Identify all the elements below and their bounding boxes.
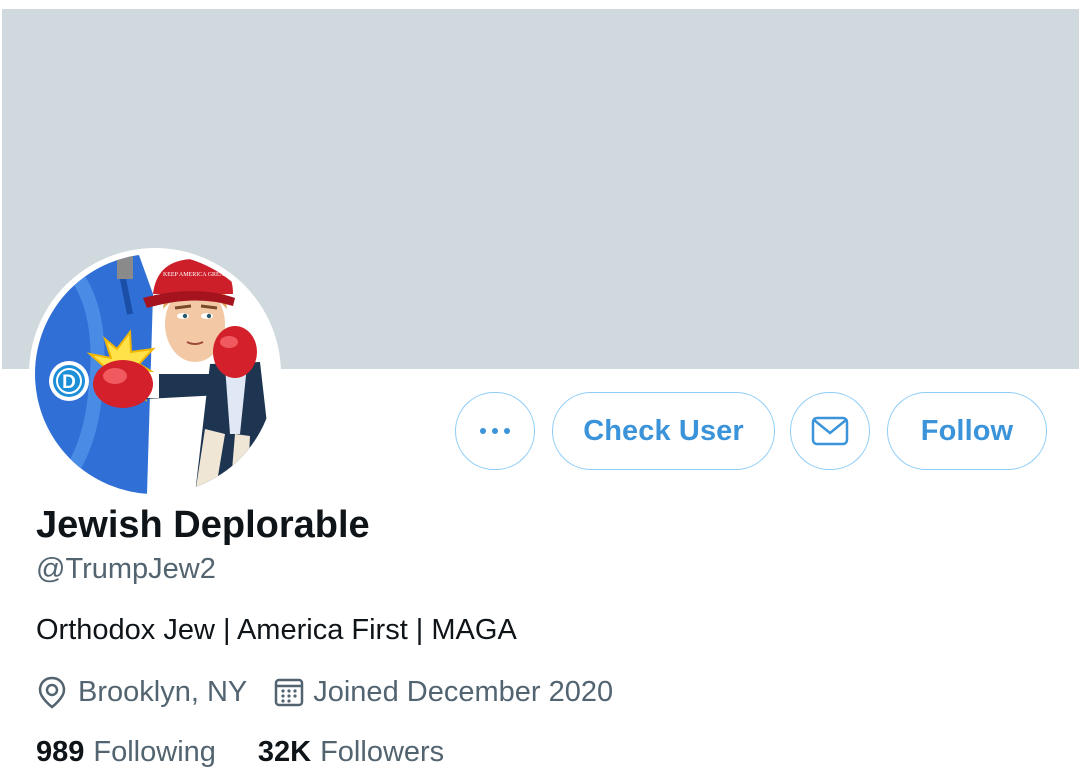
- location-text: Brooklyn, NY: [78, 675, 248, 708]
- more-horizontal-icon: [480, 428, 510, 434]
- avatar-bitmoji-image: D KEEP AMERICA GREAT: [35, 254, 275, 494]
- check-user-label: Check User: [583, 414, 744, 447]
- following-count: 989: [36, 736, 85, 768]
- message-button[interactable]: [790, 392, 870, 470]
- profile-handle: @TrumpJew2: [36, 553, 216, 585]
- check-user-button[interactable]: Check User: [552, 392, 775, 470]
- profile-bio: Orthodox Jew | America First | MAGA: [36, 614, 517, 646]
- profile-stats: 989 Following 32K Followers: [36, 736, 444, 769]
- profile-display-name: Jewish Deplorable: [36, 504, 370, 546]
- joined-item: Joined December 2020: [273, 676, 613, 709]
- joined-text: Joined December 2020: [313, 675, 614, 708]
- followers-link[interactable]: 32K Followers: [258, 736, 444, 769]
- followers-count: 32K: [257, 736, 312, 768]
- followers-label: Followers: [320, 736, 445, 768]
- profile-page: D KEEP AMERICA GREAT Check User Follow J…: [0, 0, 1079, 784]
- location-pin-icon: [38, 676, 66, 709]
- following-label: Following: [93, 736, 216, 768]
- envelope-icon: [811, 416, 849, 446]
- badge-letter: D: [62, 372, 76, 393]
- following-link[interactable]: 989 Following: [36, 736, 216, 769]
- top-strip: [0, 0, 1079, 8]
- avatar[interactable]: D KEEP AMERICA GREAT: [35, 254, 275, 494]
- calendar-icon: [274, 678, 304, 707]
- follow-label: Follow: [920, 414, 1014, 447]
- profile-meta: Brooklyn, NY Joined December 2020: [36, 672, 613, 712]
- hat-text: KEEP AMERICA GREAT: [163, 272, 227, 278]
- more-button[interactable]: [455, 392, 535, 470]
- location-item: Brooklyn, NY: [36, 675, 247, 709]
- follow-button[interactable]: Follow: [887, 392, 1047, 470]
